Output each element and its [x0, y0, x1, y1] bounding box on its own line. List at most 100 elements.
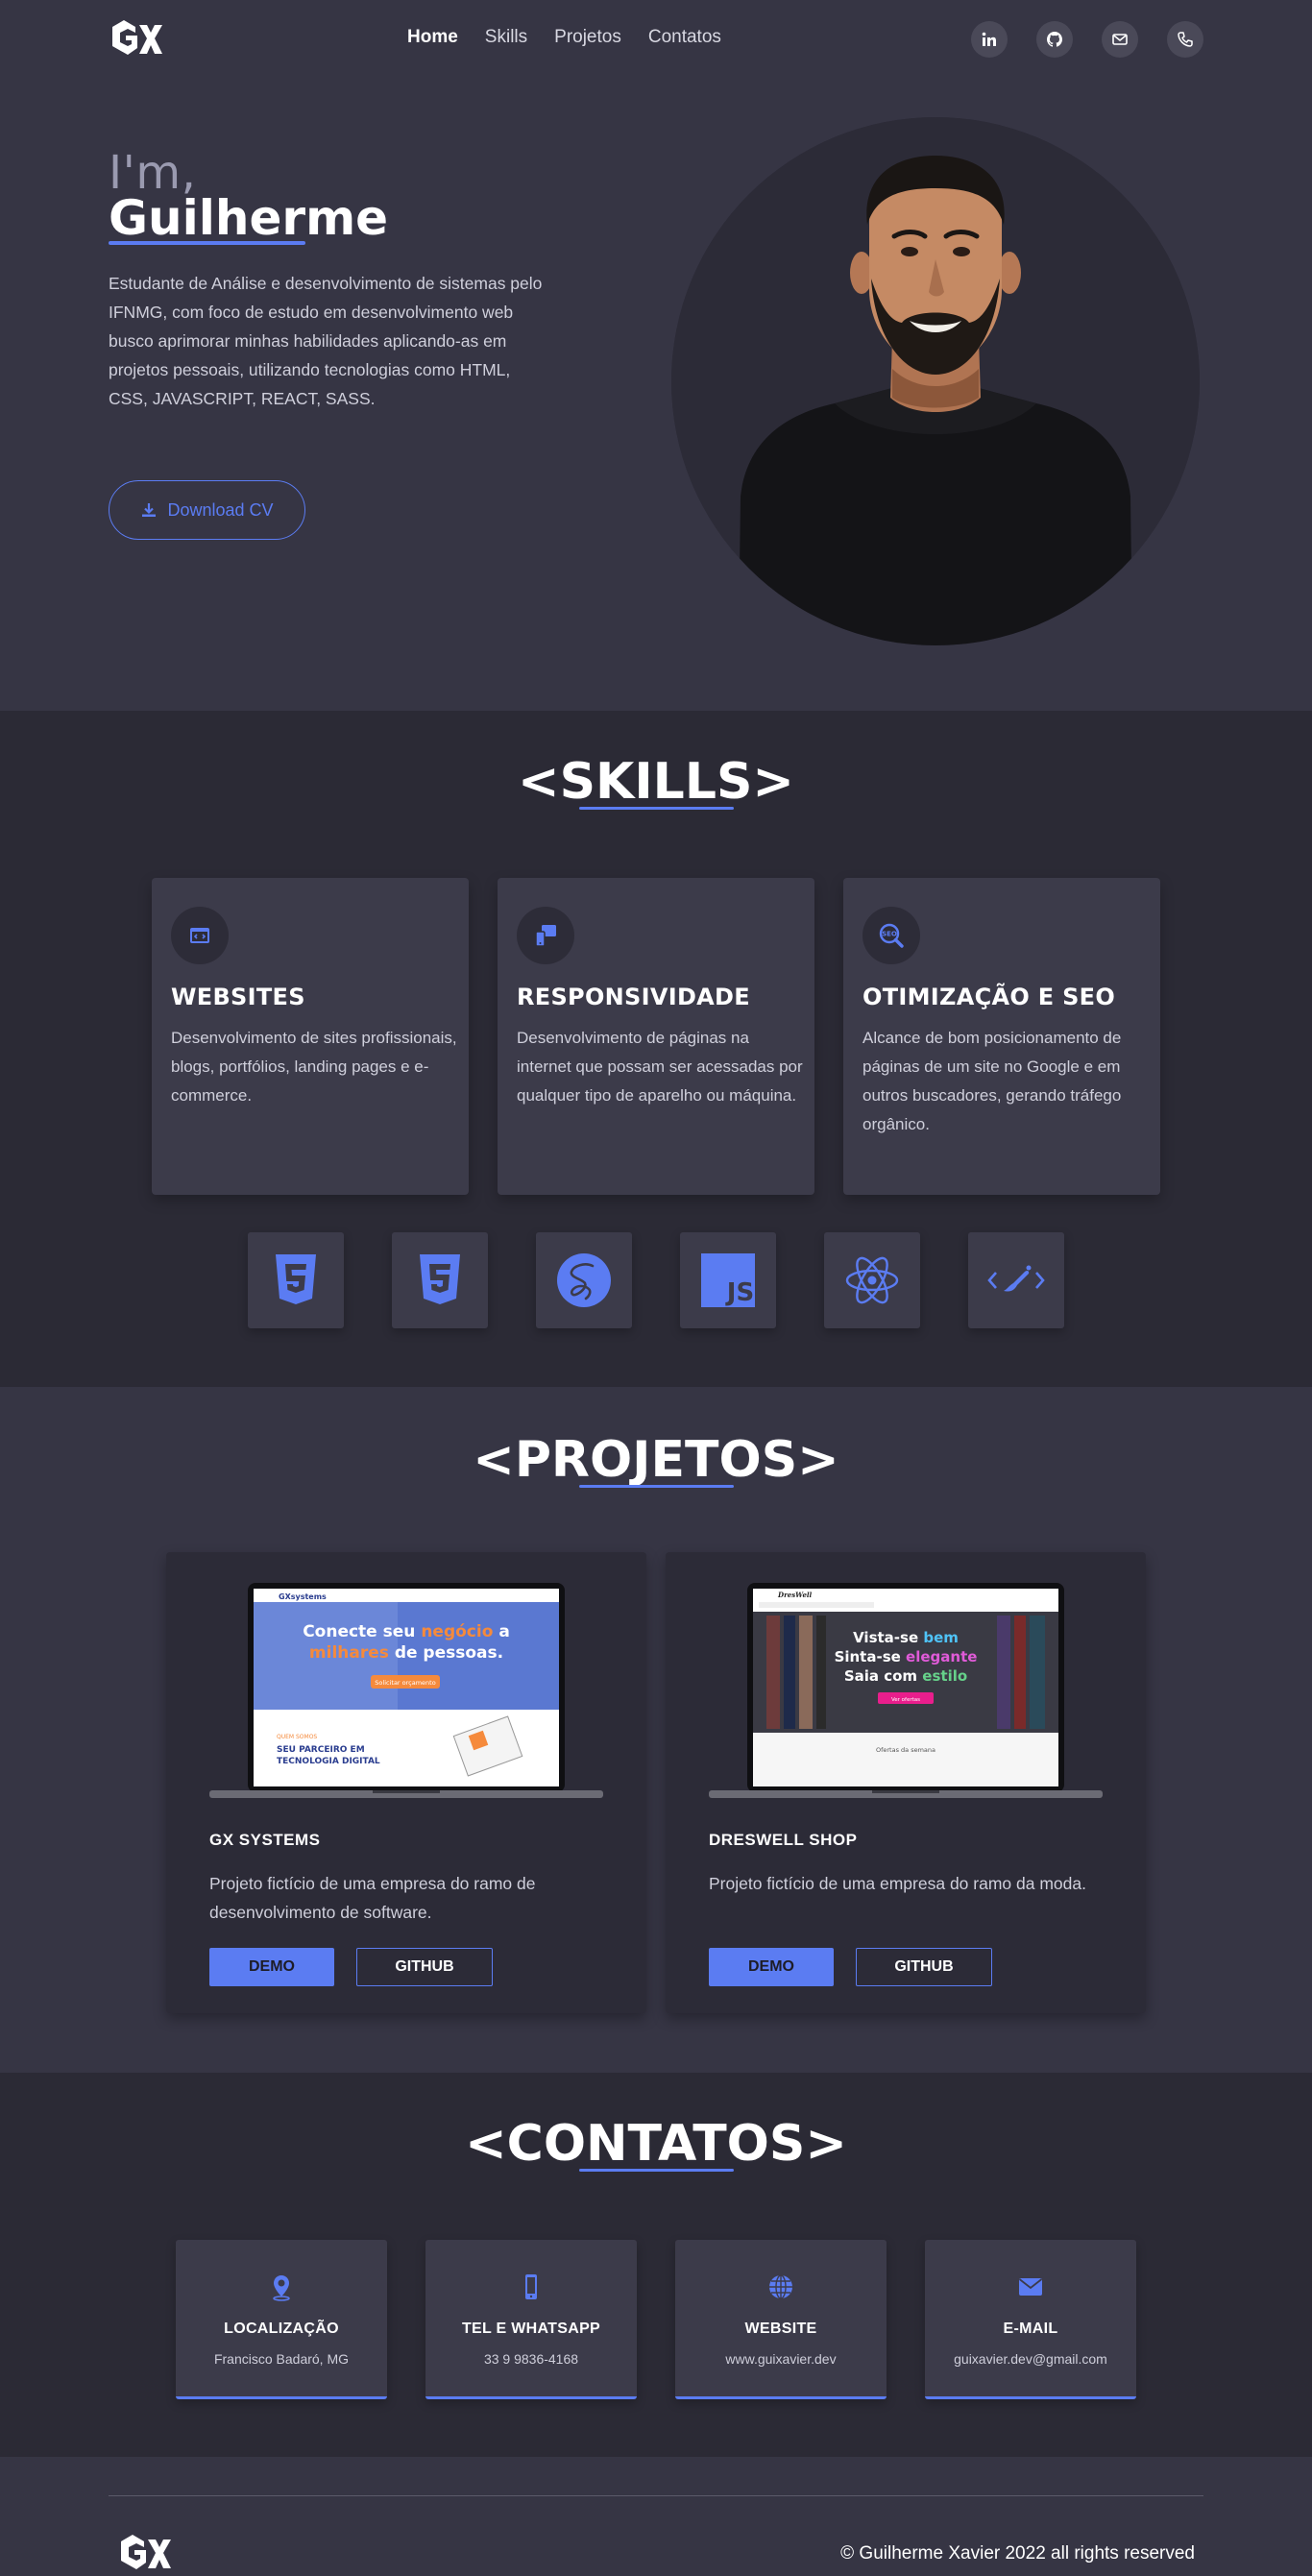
footer-copyright: © Guilherme Xavier 2022 all rights reser…: [840, 2543, 1195, 2564]
svg-text:Solicitar orçamento: Solicitar orçamento: [375, 1679, 435, 1687]
contact-card-phone: TEL E WHATSAPP 33 9 9836-4168: [425, 2240, 637, 2399]
project-card-gx-systems: GXsystems Conecte seu negócio a milhares…: [166, 1552, 646, 2013]
contact-label: LOCALIZAÇÃO: [224, 2321, 339, 2337]
profile-photo: [671, 117, 1200, 645]
code-window-icon: [190, 928, 209, 943]
project-preview-dreswell[interactable]: DresWell Vista-se bem Sinta-se elegante …: [709, 1581, 1103, 1802]
project-title: DRESWELL SHOP: [709, 1831, 858, 1849]
download-cv-button[interactable]: Download CV: [109, 480, 305, 540]
project-title: GX SYSTEMS: [209, 1831, 321, 1849]
svg-text:Vista-se bem: Vista-se bem: [853, 1629, 959, 1646]
css3-icon: [420, 1254, 460, 1304]
project-card-dreswell-shop: DresWell Vista-se bem Sinta-se elegante …: [666, 1552, 1146, 2013]
site-header: Home Skills Projetos Contatos: [0, 0, 1312, 77]
skills-title: <SKILLS>: [518, 753, 794, 811]
dw-brand: DresWell: [777, 1591, 813, 1599]
github-button[interactable]: GITHUB: [856, 1948, 992, 1986]
tech-sass: [536, 1232, 632, 1328]
github-icon: [1047, 32, 1062, 47]
svg-text:Conecte seu negócio a: Conecte seu negócio a: [303, 1622, 510, 1641]
hero-name: Guilherme: [109, 190, 389, 246]
tech-styled-components: [968, 1232, 1064, 1328]
svg-text:TECNOLOGIA DIGITAL: TECNOLOGIA DIGITAL: [277, 1757, 380, 1766]
nav-home[interactable]: Home: [407, 27, 458, 48]
projects-section: <PROJETOS> GXsystems Conecte seu negócio…: [0, 1387, 1312, 2073]
contacts-title: <CONTATOS>: [465, 2115, 847, 2173]
contact-value[interactable]: guixavier.dev@gmail.com: [925, 2351, 1136, 2367]
globe-icon: [769, 2274, 792, 2299]
hero-description: Estudante de Análise e desenvolvimento d…: [109, 274, 543, 408]
contact-label: TEL E WHATSAPP: [461, 2321, 601, 2337]
styled-components-icon: [987, 1265, 1045, 1292]
site-footer: © Guilherme Xavier 2022 all rights reser…: [0, 2457, 1312, 2576]
contact-card-website: WEBSITE www.guixavier.dev: [675, 2240, 887, 2399]
projects-title-underline: [579, 1485, 734, 1488]
contacts-title-underline: [579, 2169, 734, 2172]
contact-card-location: LOCALIZAÇÃO Francisco Badaró, MG: [176, 2240, 387, 2399]
phone-link[interactable]: [1167, 21, 1203, 58]
svg-text:SEU PARCEIRO EM: SEU PARCEIRO EM: [277, 1745, 365, 1755]
contact-value: Francisco Badaró, MG: [213, 2351, 350, 2367]
nav-projetos[interactable]: Projetos: [554, 27, 621, 48]
skill-description: Desenvolvimento de sites profissionais, …: [171, 1029, 457, 1105]
html5-icon: [276, 1254, 316, 1304]
svg-text:Ofertas da semana: Ofertas da semana: [876, 1746, 935, 1754]
download-icon: [142, 503, 157, 517]
projects-title: <PROJETOS>: [473, 1431, 839, 1489]
skill-card-seo: SEO OTIMIZAÇÃO E SEO Alcance de bom posi…: [843, 878, 1160, 1195]
javascript-icon: JS: [701, 1253, 755, 1307]
main-nav: Home Skills Projetos Contatos: [407, 27, 748, 48]
email-link[interactable]: [1102, 21, 1138, 58]
gx-logo-icon[interactable]: [117, 2532, 171, 2574]
seo-icon: SEO: [879, 923, 904, 948]
contact-value[interactable]: www.guixavier.dev: [675, 2351, 887, 2367]
skill-title: OTIMIZAÇÃO E SEO: [863, 984, 1116, 1010]
social-links: [971, 21, 1203, 58]
skill-description: Alcance de bom posicionamento de páginas…: [863, 1029, 1122, 1133]
skill-icon-wrap: [171, 907, 229, 964]
tech-css3: [392, 1232, 488, 1328]
skill-card-websites: WEBSITES Desenvolvimento de sites profis…: [152, 878, 469, 1195]
github-link[interactable]: [1036, 21, 1073, 58]
linkedin-icon: [982, 32, 996, 46]
project-description: Projeto fictício de uma empresa do ramo …: [709, 1874, 1086, 1893]
nav-skills[interactable]: Skills: [485, 27, 527, 48]
location-pin-icon: [273, 2275, 290, 2301]
contact-card-email: E-MAIL guixavier.dev@gmail.com: [925, 2240, 1136, 2399]
svg-text:Sinta-se elegante: Sinta-se elegante: [835, 1648, 978, 1665]
github-button[interactable]: GITHUB: [356, 1948, 493, 1986]
hero-name-underline: [109, 241, 305, 245]
tech-html5: [248, 1232, 344, 1328]
devices-icon: [535, 925, 556, 947]
email-icon: [1112, 34, 1128, 45]
tech-javascript: JS: [680, 1232, 776, 1328]
gx-brand: GXsystems: [279, 1592, 327, 1601]
footer-divider: [109, 2495, 1203, 2496]
download-cv-label: Download CV: [167, 499, 274, 520]
nav-contatos[interactable]: Contatos: [648, 27, 721, 48]
project-preview-gx[interactable]: GXsystems Conecte seu negócio a milhares…: [209, 1581, 603, 1802]
svg-text:SEO: SEO: [882, 931, 897, 938]
mobile-phone-icon: [525, 2274, 537, 2299]
skill-card-responsividade: RESPONSIVIDADE Desenvolvimento de página…: [498, 878, 814, 1195]
gx-logo-icon[interactable]: [109, 17, 162, 60]
skill-title: WEBSITES: [171, 984, 305, 1010]
react-icon: [845, 1256, 899, 1304]
sass-icon: [557, 1253, 611, 1307]
linkedin-link[interactable]: [971, 21, 1008, 58]
skills-title-underline: [579, 807, 734, 810]
svg-text:QUEM SOMOS: QUEM SOMOS: [277, 1734, 317, 1740]
contact-label: E-MAIL: [1003, 2321, 1058, 2337]
svg-text:Ver ofertas: Ver ofertas: [891, 1697, 920, 1703]
tech-react: [824, 1232, 920, 1328]
demo-button[interactable]: DEMO: [709, 1948, 834, 1986]
skill-title: RESPONSIVIDADE: [517, 984, 750, 1010]
skills-section: <SKILLS> WEBSITES Desenvolvimento de sit…: [0, 711, 1312, 1387]
skill-description: Desenvolvimento de páginas na internet q…: [517, 1029, 803, 1105]
envelope-icon: [1018, 2278, 1043, 2296]
svg-text:Saia com estilo: Saia com estilo: [844, 1667, 967, 1685]
contact-label: WEBSITE: [744, 2321, 817, 2337]
phone-icon: [1178, 32, 1193, 47]
demo-button[interactable]: DEMO: [209, 1948, 334, 1986]
contact-value[interactable]: 33 9 9836-4168: [425, 2351, 637, 2367]
